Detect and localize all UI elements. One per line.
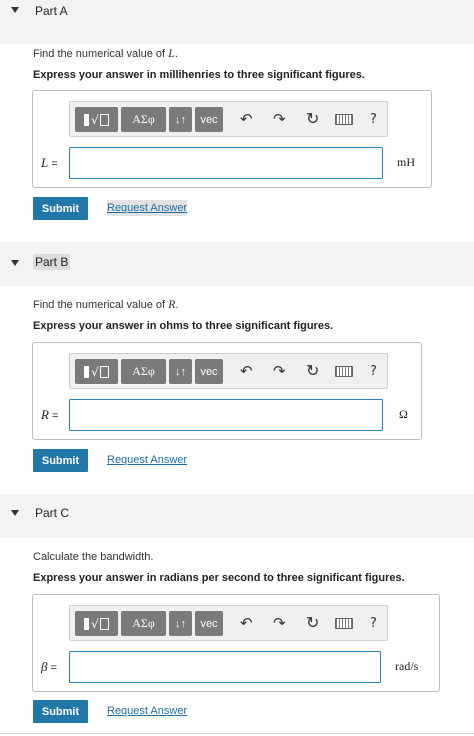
part-c-header[interactable]: Part C bbox=[0, 494, 474, 538]
part-a-answer-box: √ ΑΣφ ↓↑ vec ↶ ↷ ↻ ? L = mH bbox=[32, 90, 432, 188]
answer-input[interactable] bbox=[69, 651, 381, 683]
part-b-instruction: Express your answer in ohms to three sig… bbox=[33, 320, 334, 332]
redo-icon[interactable]: ↷ bbox=[273, 614, 286, 632]
sqrt-icon: √ bbox=[91, 112, 99, 127]
collapse-caret-icon[interactable] bbox=[11, 510, 19, 516]
redo-icon[interactable]: ↷ bbox=[273, 110, 286, 128]
divider bbox=[0, 733, 474, 734]
greek-symbols-button[interactable]: ΑΣφ bbox=[121, 611, 166, 636]
fraction-icon bbox=[84, 617, 90, 630]
math-toolbar: √ ΑΣφ ↓↑ vec ↶ ↷ ↻ ? bbox=[69, 101, 388, 137]
unit-label: mH bbox=[397, 155, 415, 169]
reset-icon[interactable]: ↻ bbox=[306, 614, 319, 632]
arrows-button[interactable]: ↓↑ bbox=[169, 359, 192, 384]
answer-input[interactable] bbox=[69, 147, 383, 179]
collapse-caret-icon[interactable] bbox=[11, 7, 19, 13]
reset-icon[interactable]: ↻ bbox=[306, 362, 319, 380]
variable-label: β = bbox=[41, 659, 57, 674]
vector-button[interactable]: vec bbox=[195, 359, 223, 384]
keyboard-icon[interactable] bbox=[335, 366, 353, 377]
part-a-title: Part A bbox=[35, 4, 68, 18]
part-a-instruction: Express your answer in millihenries to t… bbox=[33, 69, 365, 81]
templates-button[interactable]: √ bbox=[75, 359, 118, 384]
math-toolbar: √ ΑΣφ ↓↑ vec ↶ ↷ ↻ ? bbox=[69, 353, 388, 389]
keyboard-icon[interactable] bbox=[335, 618, 353, 629]
variable-label: R = bbox=[41, 407, 59, 422]
sqrt-icon: √ bbox=[91, 616, 99, 631]
vector-button[interactable]: vec bbox=[195, 611, 223, 636]
part-b-answer-box: √ ΑΣφ ↓↑ vec ↶ ↷ ↻ ? R = Ω bbox=[32, 342, 422, 440]
part-c-answer-box: √ ΑΣφ ↓↑ vec ↶ ↷ ↻ ? β = rad/s bbox=[32, 594, 440, 692]
keyboard-icon[interactable] bbox=[335, 114, 353, 125]
fraction-icon bbox=[84, 113, 90, 126]
greek-symbols-button[interactable]: ΑΣφ bbox=[121, 359, 166, 384]
sqrt-icon: √ bbox=[91, 364, 99, 379]
greek-symbols-button[interactable]: ΑΣφ bbox=[121, 107, 166, 132]
submit-button[interactable]: Submit bbox=[33, 700, 88, 723]
templates-button[interactable]: √ bbox=[75, 107, 118, 132]
part-a-header[interactable]: Part A bbox=[0, 0, 474, 44]
box-icon bbox=[99, 365, 109, 378]
vector-button[interactable]: vec bbox=[195, 107, 223, 132]
help-icon[interactable]: ? bbox=[370, 363, 377, 381]
help-icon[interactable]: ? bbox=[370, 111, 377, 129]
submit-button[interactable]: Submit bbox=[33, 197, 88, 220]
undo-icon[interactable]: ↶ bbox=[240, 362, 253, 380]
request-answer-link[interactable]: Request Answer bbox=[107, 452, 187, 468]
redo-icon[interactable]: ↷ bbox=[273, 362, 286, 380]
part-b-prompt: Find the numerical value of R. bbox=[33, 297, 179, 311]
undo-icon[interactable]: ↶ bbox=[240, 614, 253, 632]
undo-icon[interactable]: ↶ bbox=[240, 110, 253, 128]
part-c-instruction: Express your answer in radians per secon… bbox=[33, 572, 405, 584]
part-a-prompt: Find the numerical value of L. bbox=[33, 46, 178, 60]
request-answer-link[interactable]: Request Answer bbox=[107, 200, 188, 216]
box-icon bbox=[99, 113, 109, 126]
part-c-prompt: Calculate the bandwidth. bbox=[33, 551, 154, 563]
answer-input[interactable] bbox=[69, 399, 383, 431]
arrows-button[interactable]: ↓↑ bbox=[169, 611, 192, 636]
part-b-title: Part B bbox=[33, 254, 71, 270]
templates-button[interactable]: √ bbox=[75, 611, 118, 636]
arrows-button[interactable]: ↓↑ bbox=[169, 107, 192, 132]
variable-label: L = bbox=[41, 155, 58, 170]
fraction-icon bbox=[84, 365, 90, 378]
unit-label: rad/s bbox=[395, 659, 419, 673]
help-icon[interactable]: ? bbox=[370, 615, 377, 633]
part-c-title: Part C bbox=[35, 506, 70, 520]
request-answer-link[interactable]: Request Answer bbox=[107, 703, 187, 719]
reset-icon[interactable]: ↻ bbox=[306, 110, 319, 128]
math-toolbar: √ ΑΣφ ↓↑ vec ↶ ↷ ↻ ? bbox=[69, 605, 388, 641]
box-icon bbox=[99, 617, 109, 630]
submit-button[interactable]: Submit bbox=[33, 449, 88, 472]
collapse-caret-icon[interactable] bbox=[11, 260, 19, 266]
part-b-header[interactable]: Part B bbox=[0, 242, 474, 286]
unit-label: Ω bbox=[399, 407, 408, 421]
